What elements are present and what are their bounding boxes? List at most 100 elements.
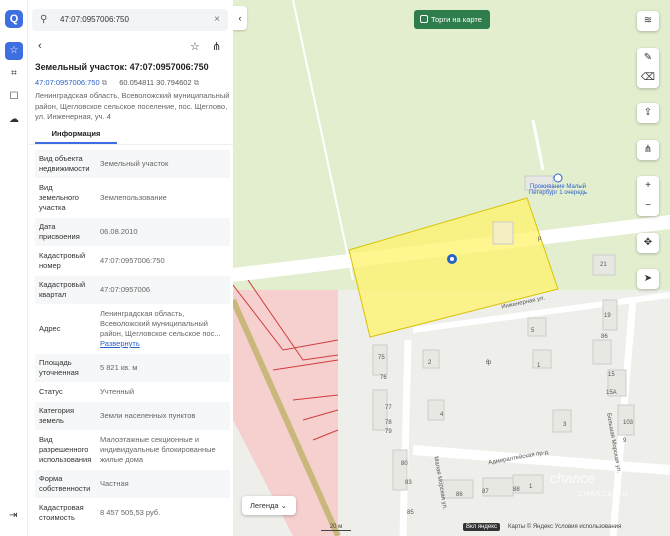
house-number: 83	[405, 480, 412, 486]
locate-icon[interactable]: ➤	[637, 269, 659, 289]
coords-value: 60.054811 30.794602	[119, 78, 192, 87]
watermark-text: CHANCE.RU	[578, 491, 629, 498]
identifiers: 47:07:0957006:750 ⧉ 60.054811 30.794602 …	[35, 78, 199, 88]
move-icon[interactable]: ✥	[637, 233, 659, 253]
table-row: Форма собственности Частная	[35, 470, 230, 498]
row-value: Ленинградская область, Всеволожский муни…	[96, 305, 230, 353]
table-row: Категория земель Земли населенных пунктов	[35, 402, 230, 430]
table-row: Адрес Ленинградская область, Всеволожский…	[35, 305, 230, 353]
copy-icon[interactable]: ⧉	[194, 78, 199, 87]
row-value: Малоэтажные секционные и индивидуальные …	[100, 435, 216, 464]
share-icon[interactable]: ⋔	[637, 140, 659, 160]
poi-label[interactable]: Проживание Малый Петербург 1 очередь	[528, 184, 588, 196]
house-number: 21	[600, 262, 607, 268]
house-number: 103	[623, 420, 634, 426]
share-map-button[interactable]: ⋔	[637, 140, 659, 160]
zoom-out-icon[interactable]: −	[637, 196, 659, 216]
info-panel: ⚲ 47:07:0957006:750 × ‹ ☆ ⋔ Земельный уч…	[28, 0, 233, 536]
row-key: Кадастровая стоимость	[39, 503, 84, 522]
house-number: 80	[401, 461, 408, 467]
row-value: 47:07:0957006:750	[100, 256, 165, 265]
row-value: Земли населенных пунктов	[100, 411, 196, 420]
row-key: Статус	[39, 387, 63, 396]
row-value: 47:07:0957006	[100, 285, 151, 294]
pencil-icon[interactable]: ✎	[637, 48, 659, 68]
move-button[interactable]: ✥	[637, 233, 659, 253]
house-number: р	[488, 360, 492, 366]
zoom-controls: + −	[637, 176, 659, 216]
cadastral-link[interactable]: 47:07:0957006:750	[35, 78, 100, 87]
square-icon[interactable]: ☐	[5, 88, 23, 106]
draw-tools: ✎ ⌫	[637, 48, 659, 88]
search-bar[interactable]: ⚲ 47:07:0957006:750 ×	[32, 9, 228, 31]
table-row: Вид объекта недвижимости Земельный участо…	[35, 150, 230, 178]
house-number: 9	[623, 438, 627, 444]
row-value: 06.08.2010	[100, 227, 138, 236]
row-value: Учтенный	[100, 387, 135, 396]
logo-icon[interactable]: Q	[5, 10, 23, 28]
table-row: Кадастровый номер 47:07:0957006:750	[35, 247, 230, 275]
app: Q ☆ ⌗ ☐ ☁ ⇥ ⚲ 47:07:0957006:750 × ‹ ☆ ⋔ …	[0, 0, 670, 536]
house-number: р	[538, 236, 542, 242]
row-value: Землепользование	[100, 193, 167, 202]
row-key: Вид разрешенного использования	[39, 435, 92, 464]
house-number: 77	[385, 405, 392, 411]
search-input[interactable]: 47:07:0957006:750	[60, 15, 129, 24]
row-key: Адрес	[39, 324, 61, 333]
house-number: 87	[482, 489, 489, 495]
scale-bar: 20 м	[321, 524, 351, 531]
zoom-in-icon[interactable]: +	[637, 176, 659, 196]
share-icon[interactable]: ⋔	[212, 40, 221, 53]
legend-label: Легенда	[250, 501, 279, 510]
info-table: Вид объекта недвижимости Земельный участо…	[35, 150, 230, 528]
house-number: 86	[456, 492, 463, 498]
house-number: 15	[608, 372, 615, 378]
row-key: Форма собственности	[39, 474, 91, 493]
house-number: 88	[513, 487, 520, 493]
house-number: 75	[378, 355, 385, 361]
close-icon[interactable]: ×	[214, 14, 220, 25]
legend-button[interactable]: Легенда ⌄	[242, 496, 296, 515]
house-number: 86	[601, 334, 608, 340]
checkbox-icon[interactable]	[420, 15, 428, 23]
footer-text[interactable]: Карты © Яндекс Условия использования	[508, 524, 621, 530]
map-canvas	[233, 0, 670, 536]
expand-link[interactable]: Развернуть	[100, 339, 226, 349]
tab-information[interactable]: Информация	[35, 127, 117, 144]
star-outline-icon[interactable]: ☆	[190, 40, 200, 53]
layers-button[interactable]: ≋	[637, 11, 659, 31]
collapse-panel-button[interactable]: ‹	[233, 6, 247, 30]
row-key: Категория земель	[39, 406, 75, 425]
star-icon[interactable]: ☆	[5, 42, 23, 60]
house-number: 76	[380, 375, 387, 381]
row-key: Вид земельного участка	[39, 183, 79, 212]
house-number: 3	[563, 422, 567, 428]
footer-toggle[interactable]: Вкл яндекс	[463, 523, 500, 531]
map[interactable]: ‹ Торги на карте ≋ ✎ ⌫ ⇪ ⋔ + − ✥ ➤ Инжен…	[233, 0, 670, 536]
layers-icon[interactable]: ≋	[637, 11, 659, 31]
cloud-icon[interactable]: ☁	[5, 111, 23, 129]
row-value: 8 457 505,53 руб.	[100, 508, 161, 517]
table-row: Статус Учтенный	[35, 383, 230, 401]
back-icon[interactable]: ‹	[38, 40, 42, 52]
upload-button[interactable]: ⇪	[637, 103, 659, 123]
house-number: 5	[531, 328, 535, 334]
address-text: Ленинградская область, Всеволожский муни…	[35, 91, 230, 121]
table-row: Кадастровая стоимость 8 457 505,53 руб.	[35, 499, 230, 527]
table-row: Площадь уточненная 5 821 кв. м	[35, 354, 230, 382]
house-number: 85	[407, 510, 414, 516]
torgi-toggle[interactable]: Торги на карте	[414, 10, 490, 29]
logout-icon[interactable]: ⇥	[9, 510, 17, 521]
crop-icon[interactable]: ⌗	[5, 65, 23, 83]
copy-icon[interactable]: ⧉	[102, 78, 107, 87]
locate-button[interactable]: ➤	[637, 269, 659, 289]
house-number: 78	[385, 420, 392, 426]
eraser-icon[interactable]: ⌫	[637, 68, 659, 88]
row-key: Площадь уточненная	[39, 358, 79, 377]
house-number: 19	[604, 313, 611, 319]
house-number: 2	[428, 360, 432, 366]
table-row: Вид земельного участка Землепользование	[35, 179, 230, 217]
watermark-logo: chance	[550, 470, 596, 486]
cloud-upload-icon[interactable]: ⇪	[637, 103, 659, 123]
row-key: Вид объекта недвижимости	[39, 154, 90, 173]
